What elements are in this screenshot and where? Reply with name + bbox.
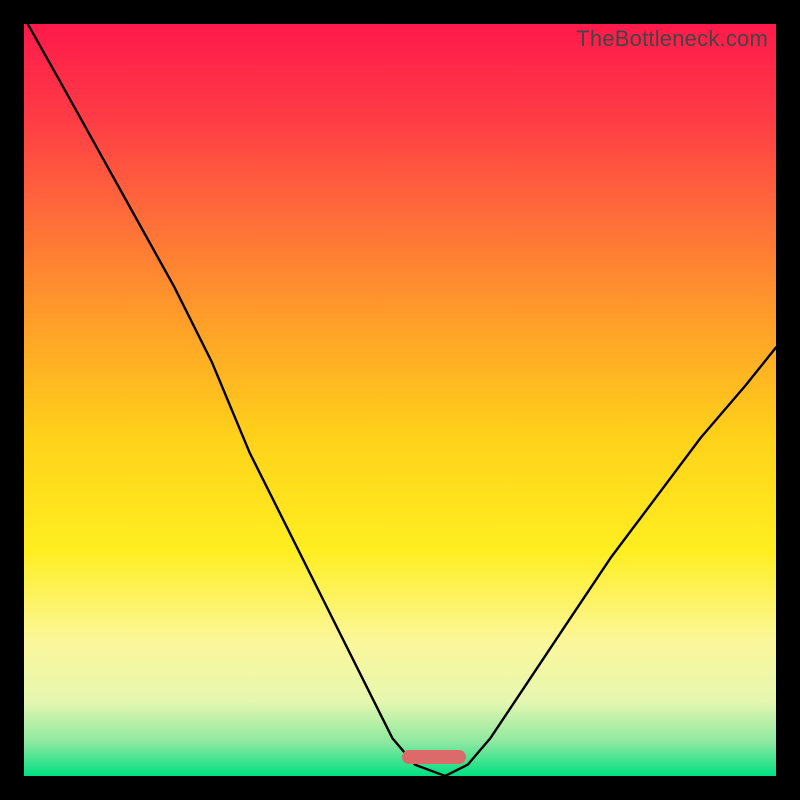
chart-frame: TheBottleneck.com — [0, 0, 800, 800]
chart-svg — [24, 24, 776, 776]
gradient-background — [24, 24, 776, 776]
plot-area: TheBottleneck.com — [24, 24, 776, 776]
optimal-marker — [402, 750, 466, 764]
